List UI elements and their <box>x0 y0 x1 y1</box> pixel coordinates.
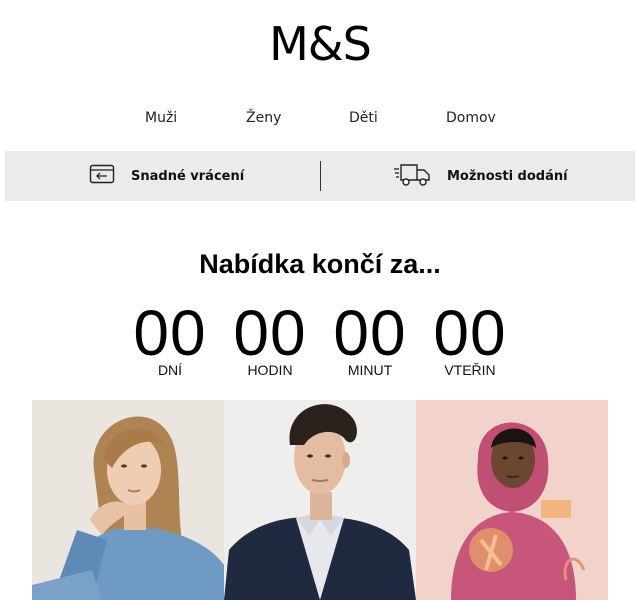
countdown-seconds: 00 VTEŘIN <box>425 300 515 377</box>
delivery-label: Možnosti dodání <box>447 168 568 184</box>
nav-item-deti[interactable]: Děti <box>349 106 378 130</box>
countdown-days-value: 00 <box>133 297 207 369</box>
countdown-hours-value: 00 <box>233 297 307 369</box>
service-bar: Snadné vrácení Možnosti dodání <box>5 151 635 201</box>
service-divider <box>320 161 321 191</box>
countdown-timer: 00 DNÍ 00 HODIN 00 MINUT 00 VTEŘIN <box>0 300 640 380</box>
nav-item-muzi[interactable]: Muži <box>145 106 177 130</box>
hero-men-image[interactable] <box>224 400 416 600</box>
delivery-truck-icon <box>393 160 433 192</box>
nav-item-domov[interactable]: Domov <box>446 106 496 130</box>
hero-kids-image[interactable] <box>416 400 608 600</box>
email-page: M&S Muži Ženy Děti Domov Snadné vrácení <box>0 0 640 600</box>
brand-logo[interactable]: M&S <box>0 14 640 74</box>
hero-women-image[interactable] <box>32 400 224 600</box>
countdown-minutes-value: 00 <box>333 297 407 369</box>
offer-heading: Nabídka končí za... <box>199 249 441 279</box>
returns-label: Snadné vrácení <box>131 168 245 184</box>
hero-image-strip <box>32 400 608 600</box>
delivery-link[interactable]: Možnosti dodání <box>393 151 568 201</box>
countdown-hours: 00 HODIN <box>225 300 315 377</box>
return-card-icon <box>89 163 117 189</box>
returns-link[interactable]: Snadné vrácení <box>89 151 244 201</box>
countdown-seconds-value: 00 <box>433 297 507 369</box>
countdown-minutes: 00 MINUT <box>325 300 415 377</box>
nav-item-zeny[interactable]: Ženy <box>246 106 281 130</box>
category-nav: Muži Ženy Děti Domov <box>0 106 640 130</box>
countdown-days: 00 DNÍ <box>125 300 215 377</box>
